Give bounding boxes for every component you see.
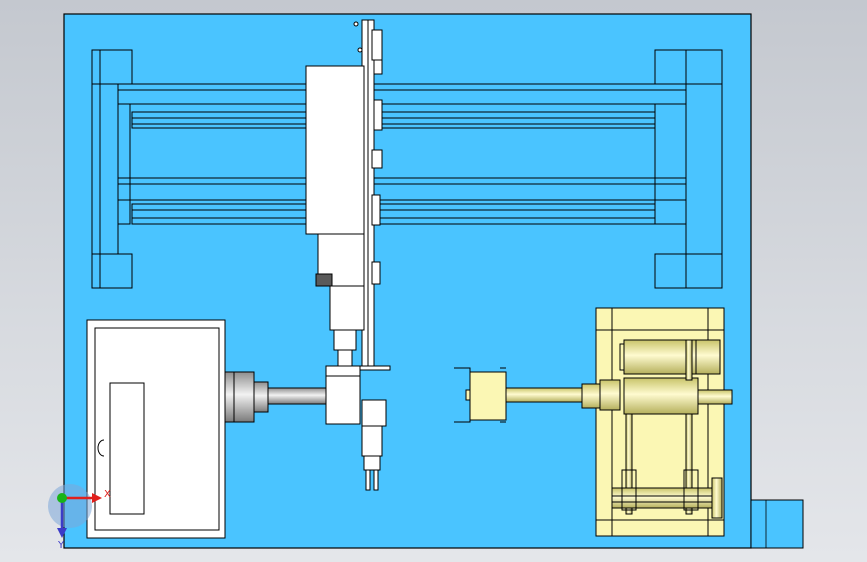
triad-shadow — [48, 484, 92, 528]
clamp-head-left[interactable] — [325, 365, 361, 425]
motor-box-left[interactable] — [86, 319, 226, 539]
pneumatic-cylinder-assembly[interactable] — [581, 307, 733, 537]
drive-shaft-right[interactable] — [505, 387, 583, 403]
assembly-drawing: X Y — [48, 13, 804, 551]
y-axis-label: Y — [57, 540, 65, 551]
z-axis-dot — [57, 493, 67, 503]
x-axis-label: X — [104, 489, 111, 500]
cad-viewport[interactable]: X Y — [0, 0, 867, 562]
corner-bracket[interactable] — [750, 499, 804, 549]
